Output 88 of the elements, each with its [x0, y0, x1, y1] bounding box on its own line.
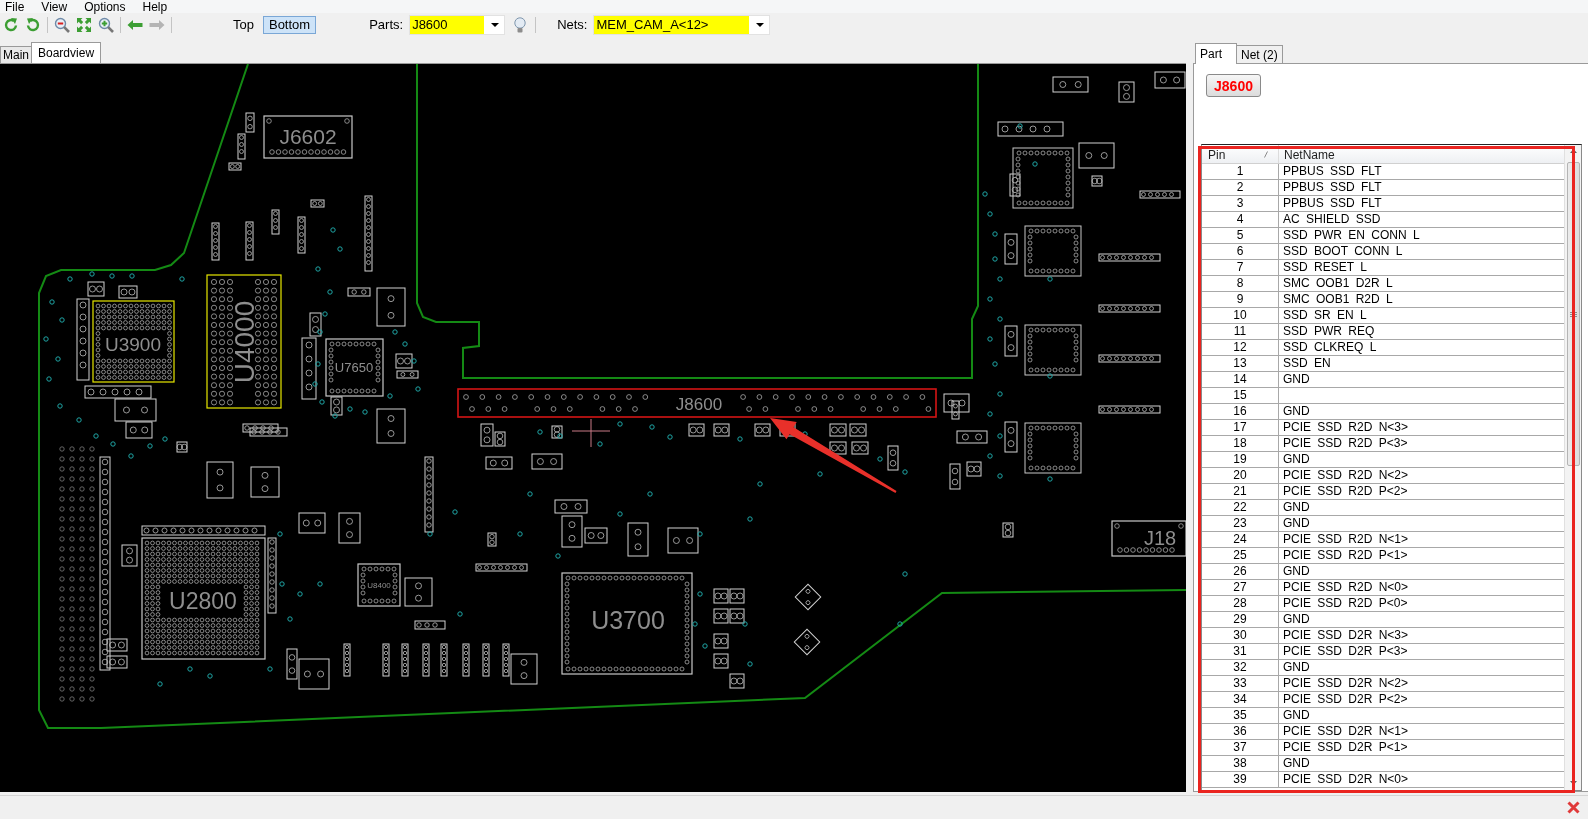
table-cell: 17 [1202, 420, 1279, 435]
table-cell: 5 [1202, 228, 1279, 243]
table-cell: 15 [1202, 388, 1279, 403]
table-cell: 37 [1202, 740, 1279, 755]
table-cell: 11 [1202, 324, 1279, 339]
table-cell: 9 [1202, 292, 1279, 307]
table-cell: 23 [1202, 516, 1279, 531]
table-cell: 26 [1202, 564, 1279, 579]
table-cell: 34 [1202, 692, 1279, 707]
table-cell-text: PCIE SSD D2R N<0> [1282, 772, 1410, 787]
table-cell: 27 [1202, 580, 1279, 595]
table-cell-text: GND [1282, 708, 1311, 723]
table-cell-text: PCIE SSD R2D N<1> [1282, 532, 1410, 547]
table-cell-text: PCIE SSD D2R N<1> [1282, 724, 1410, 739]
table-cell: 10 [1202, 308, 1279, 323]
table-cell: 12 [1202, 340, 1279, 355]
table-cell: 31 [1202, 644, 1279, 659]
table-cell-text: PCIE SSD R2D P<2> [1282, 484, 1409, 499]
table-cell: 8 [1202, 276, 1279, 291]
table-cell-text: SSD PWR REQ [1282, 324, 1376, 339]
table-cell-text: SSD SR EN L [1282, 308, 1368, 323]
table-cell-text: SSD EN [1282, 356, 1332, 371]
table-cell: 2 [1202, 180, 1279, 195]
table-cell-text: PCIE SSD D2R P<2> [1282, 692, 1409, 707]
table-cell: 21 [1202, 484, 1279, 499]
table-cell: 29 [1202, 612, 1279, 627]
table-cell-text: PCIE SSD R2D N<3> [1282, 420, 1410, 435]
table-cell-text: PCIE SSD R2D N<2> [1282, 468, 1410, 483]
table-cell: 33 [1202, 676, 1279, 691]
table-cell-text: GND [1282, 500, 1311, 515]
table-cell-text: SSD RESET L [1282, 260, 1368, 275]
table-cell-text: AC SHIELD SSD [1282, 212, 1382, 227]
table-cell-text: GND [1282, 612, 1311, 627]
table-cell-text: SSD CLKREQ L [1282, 340, 1378, 355]
table-cell-text: PPBUS SSD FLT [1282, 164, 1383, 179]
table-cell-text: SSD BOOT CONN L [1282, 244, 1404, 259]
table-cell: 38 [1202, 756, 1279, 771]
table-cell-text: GND [1282, 452, 1311, 467]
table-cell-text: PPBUS SSD FLT [1282, 196, 1383, 211]
table-cell: 32 [1202, 660, 1279, 675]
table-cell: 13 [1202, 356, 1279, 371]
table-cell-text: GND [1282, 372, 1311, 387]
table-cell: 30 [1202, 628, 1279, 643]
field-label: Parts: [369, 17, 404, 32]
table-cell: 6 [1202, 244, 1279, 259]
component-label: U4000 [228, 300, 260, 384]
table-cell-text: PCIE SSD D2R P<1> [1282, 740, 1409, 755]
table-cell-text: GND [1282, 564, 1311, 579]
table-cell: 18 [1202, 436, 1279, 451]
table-cell: 19 [1202, 452, 1279, 467]
field-label: Nets: [557, 17, 588, 32]
table-cell: 22 [1202, 500, 1279, 515]
table-cell-text: PCIE SSD R2D P<1> [1282, 548, 1409, 563]
table-cell-text: GND [1282, 404, 1311, 419]
table-cell-text: PCIE SSD R2D N<0> [1282, 580, 1410, 595]
table-cell: 36 [1202, 724, 1279, 739]
component-label: J18 [1143, 527, 1177, 549]
table-cell-text: GND [1282, 660, 1311, 675]
table-cell-text: GND [1282, 756, 1311, 771]
table-cell-text: SMC OOB1 R2D L [1282, 292, 1394, 307]
component-label: U8400 [367, 580, 391, 590]
table-cell: 35 [1202, 708, 1279, 723]
table-cell: 39 [1202, 772, 1279, 787]
table-cell: 14 [1202, 372, 1279, 387]
component-label: J8600 [675, 394, 723, 414]
component-label: U3700 [591, 606, 665, 634]
table-cell-text: PCIE SSD D2R N<2> [1282, 676, 1410, 691]
table-cell: 28 [1202, 596, 1279, 611]
table-cell-text: PCIE SSD D2R N<3> [1282, 628, 1410, 643]
table-cell-text: PPBUS SSD FLT [1282, 180, 1383, 195]
table-cell-text: GND [1282, 516, 1311, 531]
table-cell: 16 [1202, 404, 1279, 419]
table-cell-text: PCIE SSD R2D P<3> [1282, 436, 1409, 451]
component-label: J6602 [279, 124, 337, 148]
table-cell: 24 [1202, 532, 1279, 547]
component-label: U2800 [169, 588, 237, 614]
component-label: U7650 [334, 359, 374, 375]
component-label: U3900 [105, 333, 161, 355]
table-cell: 20 [1202, 468, 1279, 483]
table-cell: 4 [1202, 212, 1279, 227]
table-cell: 7 [1202, 260, 1279, 275]
table-cell: 25 [1202, 548, 1279, 563]
table-cell-text: SMC OOB1 D2R L [1282, 276, 1394, 291]
table-cell: 1 [1202, 164, 1279, 179]
table-cell: 3 [1202, 196, 1279, 211]
table-cell-text: PCIE SSD R2D P<0> [1282, 596, 1409, 611]
table-cell-text: PCIE SSD D2R P<3> [1282, 644, 1409, 659]
table-cell-text: SSD PWR EN CONN L [1282, 228, 1421, 243]
